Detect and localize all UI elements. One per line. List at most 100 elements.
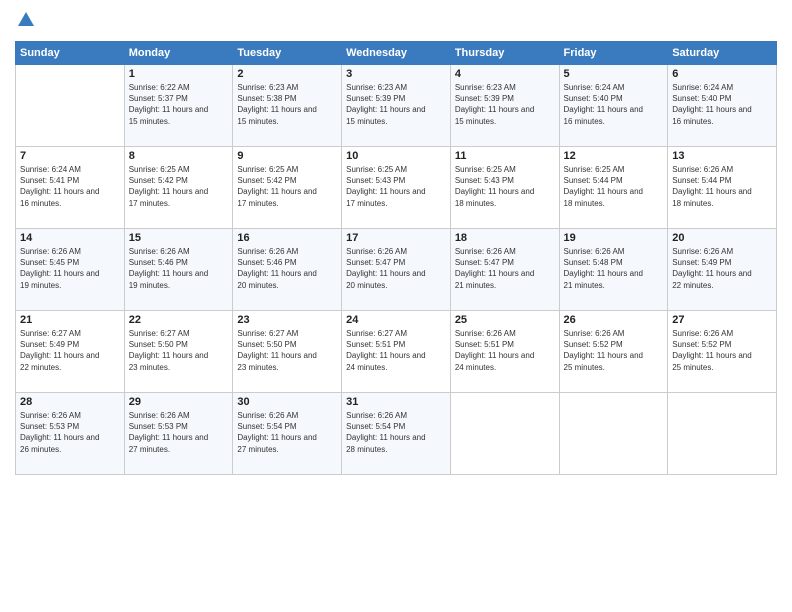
day-number: 22 bbox=[129, 314, 229, 326]
calendar-cell: 2 Sunrise: 6:23 AMSunset: 5:38 PMDayligh… bbox=[233, 65, 342, 147]
day-info: Sunrise: 6:25 AMSunset: 5:43 PMDaylight:… bbox=[346, 164, 446, 209]
day-number: 12 bbox=[564, 150, 664, 162]
day-info: Sunrise: 6:26 AMSunset: 5:53 PMDaylight:… bbox=[20, 410, 120, 455]
day-number: 31 bbox=[346, 396, 446, 408]
calendar-cell: 26 Sunrise: 6:26 AMSunset: 5:52 PMDaylig… bbox=[559, 311, 668, 393]
day-number: 8 bbox=[129, 150, 229, 162]
calendar-cell: 14 Sunrise: 6:26 AMSunset: 5:45 PMDaylig… bbox=[16, 229, 125, 311]
day-number: 16 bbox=[237, 232, 337, 244]
day-info: Sunrise: 6:26 AMSunset: 5:44 PMDaylight:… bbox=[672, 164, 772, 209]
day-info: Sunrise: 6:26 AMSunset: 5:49 PMDaylight:… bbox=[672, 246, 772, 291]
calendar-cell: 15 Sunrise: 6:26 AMSunset: 5:46 PMDaylig… bbox=[124, 229, 233, 311]
day-info: Sunrise: 6:26 AMSunset: 5:47 PMDaylight:… bbox=[455, 246, 555, 291]
day-number: 3 bbox=[346, 68, 446, 80]
calendar-cell bbox=[450, 393, 559, 475]
day-number: 1 bbox=[129, 68, 229, 80]
calendar-header-cell: Monday bbox=[124, 42, 233, 65]
calendar-cell: 16 Sunrise: 6:26 AMSunset: 5:46 PMDaylig… bbox=[233, 229, 342, 311]
calendar-header-cell: Wednesday bbox=[342, 42, 451, 65]
day-info: Sunrise: 6:25 AMSunset: 5:43 PMDaylight:… bbox=[455, 164, 555, 209]
calendar-cell: 9 Sunrise: 6:25 AMSunset: 5:42 PMDayligh… bbox=[233, 147, 342, 229]
calendar-week-row: 14 Sunrise: 6:26 AMSunset: 5:45 PMDaylig… bbox=[16, 229, 777, 311]
day-number: 5 bbox=[564, 68, 664, 80]
day-info: Sunrise: 6:27 AMSunset: 5:50 PMDaylight:… bbox=[129, 328, 229, 373]
calendar-cell: 28 Sunrise: 6:26 AMSunset: 5:53 PMDaylig… bbox=[16, 393, 125, 475]
day-number: 27 bbox=[672, 314, 772, 326]
day-info: Sunrise: 6:26 AMSunset: 5:51 PMDaylight:… bbox=[455, 328, 555, 373]
day-number: 2 bbox=[237, 68, 337, 80]
page: SundayMondayTuesdayWednesdayThursdayFrid… bbox=[0, 0, 792, 612]
day-info: Sunrise: 6:27 AMSunset: 5:51 PMDaylight:… bbox=[346, 328, 446, 373]
day-info: Sunrise: 6:25 AMSunset: 5:44 PMDaylight:… bbox=[564, 164, 664, 209]
day-number: 15 bbox=[129, 232, 229, 244]
calendar-cell: 12 Sunrise: 6:25 AMSunset: 5:44 PMDaylig… bbox=[559, 147, 668, 229]
day-info: Sunrise: 6:26 AMSunset: 5:46 PMDaylight:… bbox=[129, 246, 229, 291]
day-number: 18 bbox=[455, 232, 555, 244]
calendar-cell: 25 Sunrise: 6:26 AMSunset: 5:51 PMDaylig… bbox=[450, 311, 559, 393]
day-number: 6 bbox=[672, 68, 772, 80]
day-info: Sunrise: 6:26 AMSunset: 5:45 PMDaylight:… bbox=[20, 246, 120, 291]
day-number: 19 bbox=[564, 232, 664, 244]
calendar-cell: 4 Sunrise: 6:23 AMSunset: 5:39 PMDayligh… bbox=[450, 65, 559, 147]
calendar-cell: 5 Sunrise: 6:24 AMSunset: 5:40 PMDayligh… bbox=[559, 65, 668, 147]
day-info: Sunrise: 6:26 AMSunset: 5:48 PMDaylight:… bbox=[564, 246, 664, 291]
calendar-cell: 30 Sunrise: 6:26 AMSunset: 5:54 PMDaylig… bbox=[233, 393, 342, 475]
day-info: Sunrise: 6:23 AMSunset: 5:39 PMDaylight:… bbox=[346, 82, 446, 127]
day-info: Sunrise: 6:23 AMSunset: 5:38 PMDaylight:… bbox=[237, 82, 337, 127]
calendar-cell: 11 Sunrise: 6:25 AMSunset: 5:43 PMDaylig… bbox=[450, 147, 559, 229]
calendar-cell: 21 Sunrise: 6:27 AMSunset: 5:49 PMDaylig… bbox=[16, 311, 125, 393]
day-number: 28 bbox=[20, 396, 120, 408]
day-info: Sunrise: 6:26 AMSunset: 5:52 PMDaylight:… bbox=[672, 328, 772, 373]
day-info: Sunrise: 6:26 AMSunset: 5:54 PMDaylight:… bbox=[237, 410, 337, 455]
day-info: Sunrise: 6:24 AMSunset: 5:40 PMDaylight:… bbox=[564, 82, 664, 127]
day-number: 4 bbox=[455, 68, 555, 80]
calendar-header-cell: Friday bbox=[559, 42, 668, 65]
logo-icon bbox=[17, 10, 35, 28]
calendar-cell: 20 Sunrise: 6:26 AMSunset: 5:49 PMDaylig… bbox=[668, 229, 777, 311]
day-number: 20 bbox=[672, 232, 772, 244]
day-number: 30 bbox=[237, 396, 337, 408]
day-info: Sunrise: 6:26 AMSunset: 5:53 PMDaylight:… bbox=[129, 410, 229, 455]
day-number: 25 bbox=[455, 314, 555, 326]
day-number: 29 bbox=[129, 396, 229, 408]
calendar-cell bbox=[16, 65, 125, 147]
calendar-cell: 10 Sunrise: 6:25 AMSunset: 5:43 PMDaylig… bbox=[342, 147, 451, 229]
calendar-cell bbox=[668, 393, 777, 475]
day-number: 10 bbox=[346, 150, 446, 162]
calendar-cell: 29 Sunrise: 6:26 AMSunset: 5:53 PMDaylig… bbox=[124, 393, 233, 475]
day-number: 13 bbox=[672, 150, 772, 162]
day-info: Sunrise: 6:25 AMSunset: 5:42 PMDaylight:… bbox=[237, 164, 337, 209]
day-info: Sunrise: 6:24 AMSunset: 5:41 PMDaylight:… bbox=[20, 164, 120, 209]
day-number: 24 bbox=[346, 314, 446, 326]
calendar-header-row: SundayMondayTuesdayWednesdayThursdayFrid… bbox=[16, 42, 777, 65]
calendar-cell: 13 Sunrise: 6:26 AMSunset: 5:44 PMDaylig… bbox=[668, 147, 777, 229]
day-info: Sunrise: 6:27 AMSunset: 5:50 PMDaylight:… bbox=[237, 328, 337, 373]
day-info: Sunrise: 6:22 AMSunset: 5:37 PMDaylight:… bbox=[129, 82, 229, 127]
calendar-week-row: 28 Sunrise: 6:26 AMSunset: 5:53 PMDaylig… bbox=[16, 393, 777, 475]
logo bbox=[15, 10, 35, 33]
day-info: Sunrise: 6:26 AMSunset: 5:54 PMDaylight:… bbox=[346, 410, 446, 455]
calendar-cell: 23 Sunrise: 6:27 AMSunset: 5:50 PMDaylig… bbox=[233, 311, 342, 393]
calendar-cell: 17 Sunrise: 6:26 AMSunset: 5:47 PMDaylig… bbox=[342, 229, 451, 311]
calendar-cell: 3 Sunrise: 6:23 AMSunset: 5:39 PMDayligh… bbox=[342, 65, 451, 147]
calendar-cell: 18 Sunrise: 6:26 AMSunset: 5:47 PMDaylig… bbox=[450, 229, 559, 311]
day-info: Sunrise: 6:27 AMSunset: 5:49 PMDaylight:… bbox=[20, 328, 120, 373]
day-number: 14 bbox=[20, 232, 120, 244]
calendar-cell: 27 Sunrise: 6:26 AMSunset: 5:52 PMDaylig… bbox=[668, 311, 777, 393]
day-number: 17 bbox=[346, 232, 446, 244]
calendar-cell: 1 Sunrise: 6:22 AMSunset: 5:37 PMDayligh… bbox=[124, 65, 233, 147]
calendar-cell: 31 Sunrise: 6:26 AMSunset: 5:54 PMDaylig… bbox=[342, 393, 451, 475]
calendar-week-row: 7 Sunrise: 6:24 AMSunset: 5:41 PMDayligh… bbox=[16, 147, 777, 229]
calendar-week-row: 1 Sunrise: 6:22 AMSunset: 5:37 PMDayligh… bbox=[16, 65, 777, 147]
calendar-cell: 8 Sunrise: 6:25 AMSunset: 5:42 PMDayligh… bbox=[124, 147, 233, 229]
calendar-table: SundayMondayTuesdayWednesdayThursdayFrid… bbox=[15, 41, 777, 475]
calendar-cell bbox=[559, 393, 668, 475]
calendar-cell: 7 Sunrise: 6:24 AMSunset: 5:41 PMDayligh… bbox=[16, 147, 125, 229]
calendar-cell: 6 Sunrise: 6:24 AMSunset: 5:40 PMDayligh… bbox=[668, 65, 777, 147]
day-info: Sunrise: 6:26 AMSunset: 5:52 PMDaylight:… bbox=[564, 328, 664, 373]
calendar-header-cell: Sunday bbox=[16, 42, 125, 65]
header bbox=[15, 10, 777, 33]
calendar-header-cell: Saturday bbox=[668, 42, 777, 65]
day-info: Sunrise: 6:26 AMSunset: 5:46 PMDaylight:… bbox=[237, 246, 337, 291]
calendar-header-cell: Tuesday bbox=[233, 42, 342, 65]
